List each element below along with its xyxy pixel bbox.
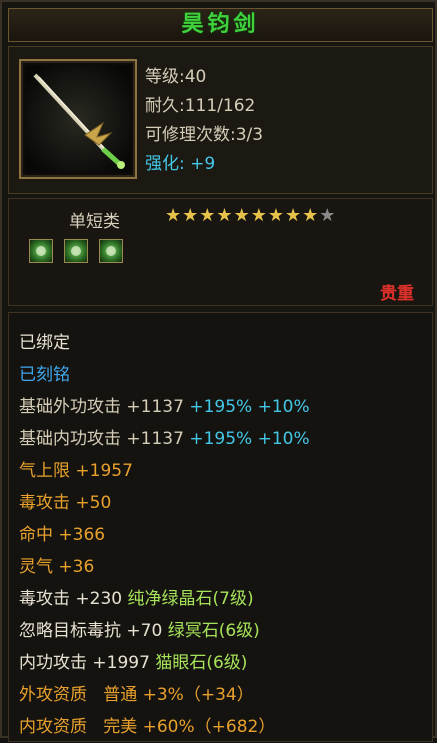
bind-status: 已绑定 <box>19 333 70 353</box>
gem-stat-row: 毒攻击 +230 纯净绿晶石(7级) <box>19 583 310 615</box>
extra-value: +1957 <box>75 461 133 481</box>
engrave-status: 已刻铭 <box>19 365 70 385</box>
star-filled-icon: ★ <box>199 205 217 226</box>
gem-name: 猫眼石(6级) <box>155 653 248 673</box>
item-stats: 等级:40 耐久:111/162 可修理次数:3/3 强化: +9 <box>145 63 263 179</box>
gem-stat-row: 内功攻击 +1997 猫眼石(6级) <box>19 647 310 679</box>
quality-label: 贵重 <box>380 284 414 304</box>
aptitude-grade: 普通 <box>103 685 138 705</box>
gem-slots <box>29 239 129 267</box>
gem-stat-value: +70 <box>126 621 163 641</box>
gem-stat-label: 毒攻击 <box>19 589 70 609</box>
gem-name: 绿冥石(6级) <box>167 621 260 641</box>
star-rating: ★★★★★★★★★★ <box>165 205 336 226</box>
star-filled-icon: ★ <box>165 205 183 226</box>
extra-label: 灵气 <box>19 557 53 577</box>
gem-name: 纯净绿晶石(7级) <box>127 589 254 609</box>
extra-value: +36 <box>58 557 95 577</box>
attribute-bonus: +10% <box>257 397 310 417</box>
attribute-bonus: +10% <box>257 429 310 449</box>
aptitude-row: 外攻资质 普通 +3%（+34） <box>19 679 310 711</box>
extra-label: 气上限 <box>19 461 70 481</box>
gem-stat-value: +230 <box>75 589 123 609</box>
item-name-title: 昊钧剑 <box>8 8 433 42</box>
enhance-label: 强化: <box>145 154 185 174</box>
weapon-type-label: 单短类 <box>69 212 120 232</box>
item-type-box: 单短类 ★★★★★★★★★★ 贵重 <box>8 198 433 306</box>
extra-attribute-row: 灵气 +36 <box>19 551 310 583</box>
star-filled-icon: ★ <box>250 205 268 226</box>
extra-attribute-row: 命中 +366 <box>19 519 310 551</box>
star-filled-icon: ★ <box>302 205 320 226</box>
aptitude-grade: 完美 <box>103 717 138 737</box>
aptitude-value: +60%（+682） <box>142 717 276 737</box>
durability-stat: 耐久:111/162 <box>145 96 256 116</box>
repair-count-stat: 可修理次数:3/3 <box>145 125 264 145</box>
enhance-value: +9 <box>190 154 216 174</box>
attributes-box: 已绑定 已刻铭 基础外功攻击 +1137 +195% +10% 基础内功攻击 +… <box>8 312 433 742</box>
star-filled-icon: ★ <box>267 205 285 226</box>
extra-value: +366 <box>58 525 106 545</box>
star-filled-icon: ★ <box>182 205 200 226</box>
aptitude-row: 内攻资质 完美 +60%（+682） <box>19 711 310 743</box>
attribute-value: +1137 <box>126 397 184 417</box>
gem-stat-row: 忽略目标毒抗 +70 绿冥石(6级) <box>19 615 310 647</box>
attribute-value: +1137 <box>126 429 184 449</box>
level-stat: 等级:40 <box>145 67 207 87</box>
extra-label: 毒攻击 <box>19 493 70 513</box>
extra-label: 命中 <box>19 525 53 545</box>
item-header-box: 等级:40 耐久:111/162 可修理次数:3/3 强化: +9 <box>8 46 433 194</box>
extra-attribute-row: 毒攻击 +50 <box>19 487 310 519</box>
attribute-list: 已绑定 已刻铭 基础外功攻击 +1137 +195% +10% 基础内功攻击 +… <box>19 327 310 743</box>
star-filled-icon: ★ <box>216 205 234 226</box>
sword-icon <box>25 65 131 173</box>
star-empty-icon: ★ <box>319 205 337 226</box>
item-icon-frame[interactable] <box>19 59 137 179</box>
aptitude-label: 内攻资质 <box>19 717 87 737</box>
green-gem-icon[interactable] <box>64 239 89 263</box>
extra-attribute-row: 气上限 +1957 <box>19 455 310 487</box>
gem-stat-label: 忽略目标毒抗 <box>19 621 121 641</box>
attribute-bonus: +195% <box>189 397 253 417</box>
aptitude-value: +3%（+34） <box>142 685 254 705</box>
attribute-label: 基础内功攻击 <box>19 429 121 449</box>
enhance-stat: 强化: +9 <box>145 150 263 179</box>
star-filled-icon: ★ <box>284 205 303 226</box>
aptitude-label: 外攻资质 <box>19 685 87 705</box>
attribute-label: 基础外功攻击 <box>19 397 121 417</box>
gem-stat-label: 内功攻击 <box>19 653 87 673</box>
gem-stat-value: +1997 <box>92 653 150 673</box>
base-attribute-row: 基础内功攻击 +1137 +195% +10% <box>19 423 310 455</box>
extra-value: +50 <box>75 493 112 513</box>
green-gem-icon[interactable] <box>29 239 53 263</box>
star-filled-icon: ★ <box>233 205 251 226</box>
attribute-bonus: +195% <box>189 429 253 449</box>
green-gem-icon[interactable] <box>99 239 124 263</box>
item-tooltip-panel: 昊钧剑 等级:40 耐久:111/162 可修理次数:3/3 强化: +9 单短… <box>0 0 437 742</box>
base-attribute-row: 基础外功攻击 +1137 +195% +10% <box>19 391 310 423</box>
